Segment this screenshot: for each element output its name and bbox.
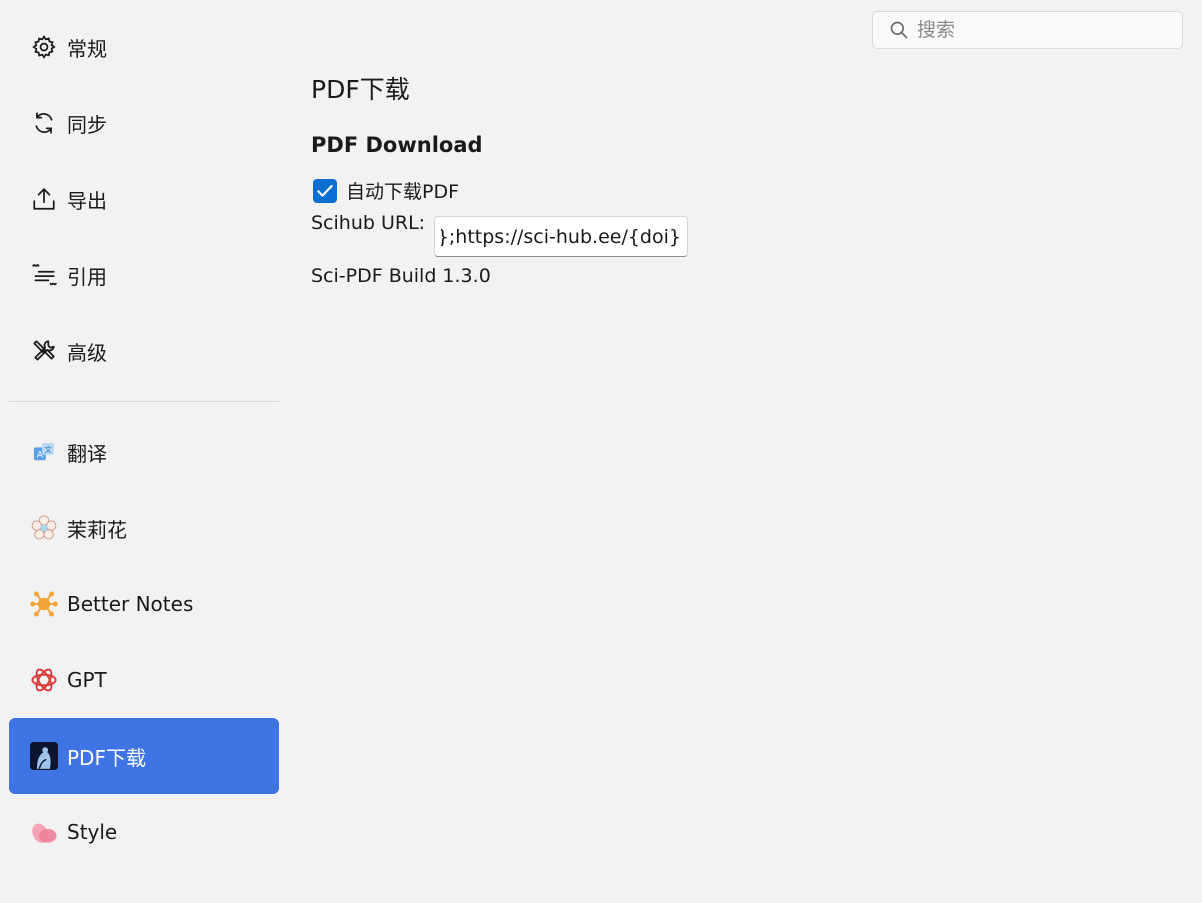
sidebar-item-general[interactable]: 常规: [9, 9, 279, 85]
search-input[interactable]: [915, 18, 1169, 42]
sidebar-item-label: 引用: [67, 264, 107, 289]
sidebar-item-label: 翻译: [67, 441, 107, 466]
sci-pdf-icon: [29, 741, 59, 771]
sidebar-item-style[interactable]: Style: [9, 794, 279, 870]
sidebar-item-better-notes[interactable]: Better Notes: [9, 566, 279, 642]
cite-icon: [29, 260, 59, 290]
export-icon: [29, 184, 59, 214]
page-title: PDF下载: [311, 75, 410, 104]
sidebar-item-export[interactable]: 导出: [9, 161, 279, 237]
section-title: PDF Download: [311, 133, 483, 157]
sidebar-item-label: 常规: [67, 36, 107, 61]
sidebar-item-label: 茉莉花: [67, 517, 127, 542]
sidebar-divider: [9, 401, 279, 402]
sync-icon: [29, 108, 59, 138]
sidebar-item-cite[interactable]: 引用: [9, 237, 279, 313]
scihub-url-input[interactable]: [434, 216, 688, 257]
sidebar-item-label: Better Notes: [67, 592, 194, 616]
sidebar-item-label: GPT: [67, 668, 107, 692]
auto-download-checkbox[interactable]: [313, 178, 337, 203]
search-icon: [889, 20, 909, 40]
search-box[interactable]: [872, 11, 1183, 49]
sidebar-item-advanced[interactable]: 高级: [9, 313, 279, 389]
scihub-url-label: Scihub URL:: [311, 212, 426, 234]
sidebar-item-translate[interactable]: A 文 翻译: [9, 414, 279, 490]
style-icon: [29, 817, 59, 847]
build-version: Sci-PDF Build 1.3.0: [311, 265, 491, 287]
sidebar-item-label: 高级: [67, 340, 107, 365]
svg-text:文: 文: [44, 445, 52, 454]
sidebar-item-sync[interactable]: 同步: [9, 85, 279, 161]
gear-icon: [29, 32, 59, 62]
gpt-icon: [29, 665, 59, 695]
sidebar-item-gpt[interactable]: GPT: [9, 642, 279, 718]
translate-icon: A 文: [29, 437, 59, 467]
sidebar-item-label: 同步: [67, 112, 107, 137]
sidebar-item-label: 导出: [67, 188, 107, 213]
auto-download-label: 自动下载PDF: [346, 181, 460, 203]
sidebar-item-jasmine[interactable]: 茉莉花: [9, 490, 279, 566]
better-notes-icon: [29, 589, 59, 619]
checkmark-icon: [317, 184, 333, 197]
tools-icon: [29, 336, 59, 366]
svg-text:A: A: [37, 450, 44, 461]
jasmine-icon: [29, 513, 59, 543]
sidebar-item-label: PDF下载: [67, 745, 146, 770]
sidebar: 常规 同步 导出 引用 高级 A 文 翻译 茉莉花 Better Notes G…: [0, 0, 288, 903]
sidebar-item-label: Style: [67, 820, 118, 844]
auto-download-checkbox-row[interactable]: 自动下载PDF: [313, 177, 459, 204]
sidebar-item-pdf-download[interactable]: PDF下载: [9, 718, 279, 794]
